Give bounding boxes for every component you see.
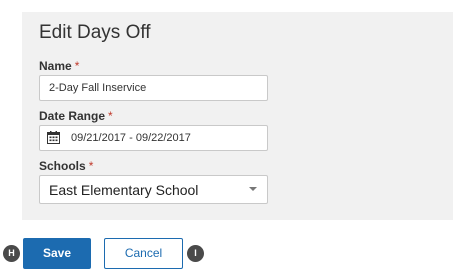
name-label: Name *	[39, 59, 79, 73]
name-input-value: 2-Day Fall Inservice	[49, 82, 147, 94]
edit-days-off-panel: Edit Days Off Name * 2-Day Fall Inservice…	[22, 12, 453, 220]
name-label-text: Name	[39, 59, 72, 73]
page: Edit Days Off Name * 2-Day Fall Inservice…	[0, 0, 453, 280]
panel-title: Edit Days Off	[39, 22, 151, 43]
chevron-down-icon[interactable]	[249, 187, 257, 191]
calendar-icon[interactable]	[47, 131, 60, 144]
date-range-label-text: Date Range	[39, 109, 106, 123]
schools-label-text: Schools	[39, 159, 86, 173]
name-required-mark: *	[74, 59, 80, 73]
schools-required-mark: *	[88, 159, 94, 173]
date-range-required-mark: *	[108, 109, 113, 123]
cancel-hotkey-badge: I	[187, 245, 204, 262]
cancel-button[interactable]: Cancel	[104, 238, 183, 269]
schools-select[interactable]: East Elementary School	[39, 175, 268, 204]
date-range-value: 09/21/2017 - 09/22/2017	[71, 132, 191, 144]
save-hotkey-badge: H	[3, 245, 20, 262]
save-button[interactable]: Save	[23, 238, 91, 269]
schools-selected-value: East Elementary School	[49, 182, 199, 198]
name-input[interactable]: 2-Day Fall Inservice	[39, 75, 268, 101]
schools-label: Schools *	[39, 159, 93, 173]
date-range-label: Date Range *	[39, 109, 113, 123]
date-range-input[interactable]: 09/21/2017 - 09/22/2017	[39, 125, 268, 151]
